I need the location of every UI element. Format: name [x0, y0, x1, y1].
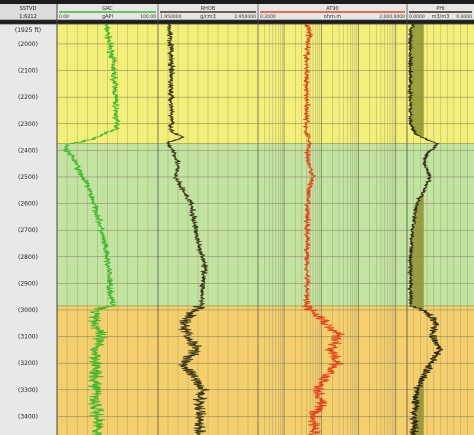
track-unit: gAPI: [102, 14, 113, 20]
track-name: RHOB: [201, 6, 216, 12]
track-scale-right: 2,000.0000: [379, 14, 405, 20]
depth-header-scale: 1:6212: [19, 14, 37, 20]
track-name: GRC: [102, 6, 113, 12]
track-name: AT90: [326, 6, 338, 12]
track-unit: m3/m3: [432, 14, 450, 20]
track-scale-right: 2.950000: [235, 14, 257, 20]
track-unit: g/cm3: [200, 14, 216, 20]
depth-tick-label: (2300): [18, 121, 38, 128]
depth-tick-label: (3100): [18, 334, 38, 341]
depth-tick-label: (3300): [18, 387, 38, 394]
depth-tick-label: (2200): [18, 94, 38, 101]
track-scale-left: 0.2000: [260, 14, 276, 20]
zone-band-3: [57, 305, 474, 435]
depth-top-label: (1925 ft): [15, 27, 41, 34]
track-unit: ohm.m: [324, 14, 342, 20]
depth-tick-label: (2600): [18, 201, 38, 208]
depth-tick-label: (2800): [18, 254, 38, 261]
depth-tick-label: (3200): [18, 360, 38, 367]
depth-tick-label: (2700): [18, 227, 38, 234]
depth-tick-label: (2500): [18, 174, 38, 181]
well-log-viewer: SSTVD 1:6212 (1925 ft) (2000) (2100) (2200) (2…: [0, 0, 474, 435]
depth-tick-label: (2400): [18, 147, 38, 154]
depth-tick-label: (2900): [18, 280, 38, 287]
track-scale-left: 0.0000: [409, 14, 425, 20]
depth-tick-label: (3000): [18, 307, 38, 314]
track-name: PHI: [436, 6, 444, 12]
well-log-chart: SSTVD 1:6212 (1925 ft) (2000) (2100) (2200) (2…: [0, 4, 474, 435]
depth-tick-label: (2000): [18, 41, 38, 48]
track-scale-left: 1.950000: [160, 14, 182, 20]
depth-tick-label: (2100): [18, 68, 38, 75]
depth-tick-label: (3400): [18, 413, 38, 420]
track-scale-left: 0.00: [59, 14, 69, 20]
track-scale-right: 0.4000: [456, 14, 472, 20]
track-scale-right: 100.00: [140, 14, 156, 20]
depth-header-name: SSTVD: [20, 6, 37, 12]
